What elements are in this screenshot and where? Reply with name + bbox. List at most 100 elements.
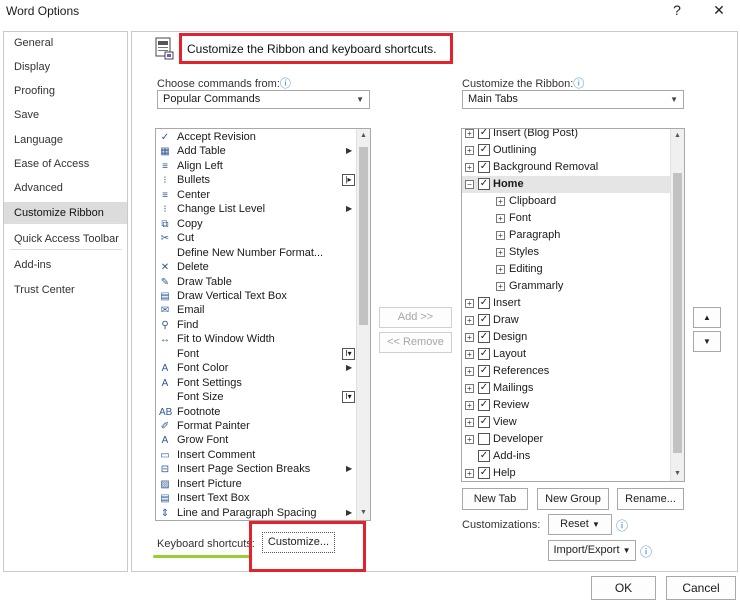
nav-item-add-ins[interactable]: Add-ins — [4, 254, 127, 276]
tree-item[interactable]: + ✓ References — [462, 363, 670, 380]
checkbox-checked-icon[interactable]: ✓ — [478, 297, 490, 309]
tree-item[interactable]: + Editing — [462, 261, 670, 278]
collapse-icon[interactable]: − — [465, 180, 474, 189]
expand-icon[interactable]: + — [496, 214, 505, 223]
tree-item[interactable]: + ✓ Mailings — [462, 380, 670, 397]
tree-item[interactable]: + ✓ View — [462, 414, 670, 431]
tree-item[interactable]: + Styles — [462, 244, 670, 261]
nav-item-proofing[interactable]: Proofing — [4, 80, 127, 102]
list-item[interactable]: ▤ Draw Vertical Text Box — [156, 289, 356, 304]
list-item[interactable]: ⊟ Insert Page Section Breaks ▶ — [156, 462, 356, 477]
tree-item[interactable]: + Clipboard — [462, 193, 670, 210]
tree-item[interactable]: + ✓ Layout — [462, 346, 670, 363]
expand-icon[interactable]: + — [465, 401, 474, 410]
scroll-thumb[interactable] — [359, 147, 368, 325]
list-item[interactable]: Font Size I▾ — [156, 390, 356, 405]
checkbox-unchecked-icon[interactable] — [478, 433, 490, 445]
checkbox-checked-icon[interactable]: ✓ — [478, 382, 490, 394]
checkbox-checked-icon[interactable]: ✓ — [478, 314, 490, 326]
tree-item[interactable]: + Grammarly — [462, 278, 670, 295]
list-item[interactable]: ✕ Delete — [156, 260, 356, 275]
list-item[interactable]: A Grow Font — [156, 433, 356, 448]
scroll-up-icon[interactable]: ▲ — [357, 129, 370, 143]
tree-item[interactable]: + ✓ Draw — [462, 312, 670, 329]
tree-item[interactable]: + ✓ Review — [462, 397, 670, 414]
expand-icon[interactable]: + — [465, 299, 474, 308]
list-item[interactable]: ⁝ Bullets |▸ — [156, 173, 356, 188]
scroll-thumb[interactable] — [673, 173, 682, 453]
checkbox-checked-icon[interactable]: ✓ — [478, 331, 490, 343]
checkbox-checked-icon[interactable]: ✓ — [478, 399, 490, 411]
ribbon-tree[interactable]: ▲ ▼ + ✓ Insert (Blog Post) + ✓ Outlining + ✓ Bac… — [461, 128, 685, 482]
checkbox-checked-icon[interactable]: ✓ — [478, 348, 490, 360]
info-icon[interactable]: ⓘ — [640, 543, 652, 560]
import-export-dropdown[interactable]: Import/Export ▼ — [548, 540, 636, 561]
tree-item[interactable]: + ✓ Insert — [462, 295, 670, 312]
move-down-button[interactable]: ▼ — [693, 331, 721, 352]
ok-button[interactable]: OK — [591, 576, 656, 600]
list-item[interactable]: ⇕ Line and Paragraph Spacing ▶ — [156, 506, 356, 520]
expand-icon[interactable]: + — [465, 129, 474, 138]
checkbox-checked-icon[interactable]: ✓ — [478, 161, 490, 173]
tree-item[interactable]: + ✓ Outlining — [462, 142, 670, 159]
expand-icon[interactable]: + — [496, 265, 505, 274]
expand-icon[interactable]: + — [465, 333, 474, 342]
list-item[interactable]: ▤ Insert Text Box — [156, 491, 356, 506]
nav-item-ease-of-access[interactable]: Ease of Access — [4, 153, 127, 175]
expand-icon[interactable]: + — [465, 350, 474, 359]
list-item[interactable]: ✂ Cut — [156, 231, 356, 246]
scroll-down-icon[interactable]: ▼ — [357, 506, 370, 520]
expand-icon[interactable]: + — [496, 197, 505, 206]
rename-button[interactable]: Rename... — [617, 488, 684, 510]
list-item[interactable]: ⧉ Copy — [156, 217, 356, 232]
new-group-button[interactable]: New Group — [537, 488, 609, 510]
checkbox-checked-icon[interactable]: ✓ — [478, 450, 490, 462]
ribbon-scrollbar[interactable]: ▲ ▼ — [670, 129, 684, 481]
expand-icon[interactable]: + — [465, 418, 474, 427]
list-item[interactable]: Define New Number Format... — [156, 246, 356, 261]
list-item[interactable]: Font I▾ — [156, 347, 356, 362]
list-item[interactable]: ✉ Email — [156, 303, 356, 318]
expand-icon[interactable]: + — [465, 163, 474, 172]
list-item[interactable]: ✓ Accept Revision — [156, 130, 356, 145]
tree-item[interactable]: + Developer — [462, 431, 670, 448]
expand-icon[interactable]: + — [465, 384, 474, 393]
list-item[interactable]: ▨ Insert Picture — [156, 477, 356, 492]
checkbox-checked-icon[interactable]: ✓ — [478, 144, 490, 156]
add-button[interactable]: Add >> — [379, 307, 452, 328]
remove-button[interactable]: << Remove — [379, 332, 452, 353]
expand-icon[interactable]: + — [465, 316, 474, 325]
move-up-button[interactable]: ▲ — [693, 307, 721, 328]
nav-item-quick-access-toolbar[interactable]: Quick Access Toolbar — [4, 228, 127, 250]
tree-item[interactable]: + Paragraph — [462, 227, 670, 244]
nav-item-general[interactable]: General — [4, 32, 127, 54]
tree-item[interactable]: + Font — [462, 210, 670, 227]
customize-keyboard-button[interactable]: Customize... — [262, 532, 335, 553]
list-item[interactable]: ✐ Format Painter — [156, 419, 356, 434]
list-item[interactable]: ⁝ Change List Level ▶ — [156, 202, 356, 217]
checkbox-checked-icon[interactable]: ✓ — [478, 129, 490, 139]
expand-icon[interactable]: + — [496, 231, 505, 240]
list-item[interactable]: ✎ Draw Table — [156, 275, 356, 290]
nav-item-save[interactable]: Save — [4, 104, 127, 126]
tree-item[interactable]: + ✓ Background Removal — [462, 159, 670, 176]
nav-item-customize-ribbon[interactable]: Customize Ribbon — [4, 202, 127, 224]
close-button[interactable]: ✕ — [703, 0, 735, 22]
list-item[interactable]: ≡ Align Left — [156, 159, 356, 174]
list-item[interactable]: A Font Color ▶ — [156, 361, 356, 376]
new-tab-button[interactable]: New Tab — [462, 488, 528, 510]
nav-item-trust-center[interactable]: Trust Center — [4, 279, 127, 301]
nav-item-language[interactable]: Language — [4, 129, 127, 151]
tree-item[interactable]: − ✓ Home — [462, 176, 670, 193]
commands-scrollbar[interactable]: ▲ ▼ — [356, 129, 370, 520]
tree-item[interactable]: ✓ Add-ins — [462, 448, 670, 465]
list-item[interactable]: ≡ Center — [156, 188, 356, 203]
tree-item[interactable]: + ✓ Design — [462, 329, 670, 346]
expand-icon[interactable]: + — [496, 282, 505, 291]
info-icon[interactable]: ⓘ — [616, 517, 628, 534]
cancel-button[interactable]: Cancel — [666, 576, 736, 600]
tree-item[interactable]: + ✓ Insert (Blog Post) — [462, 129, 670, 142]
checkbox-checked-icon[interactable]: ✓ — [478, 416, 490, 428]
expand-icon[interactable]: + — [496, 248, 505, 257]
list-item[interactable]: ▭ Insert Comment — [156, 448, 356, 463]
